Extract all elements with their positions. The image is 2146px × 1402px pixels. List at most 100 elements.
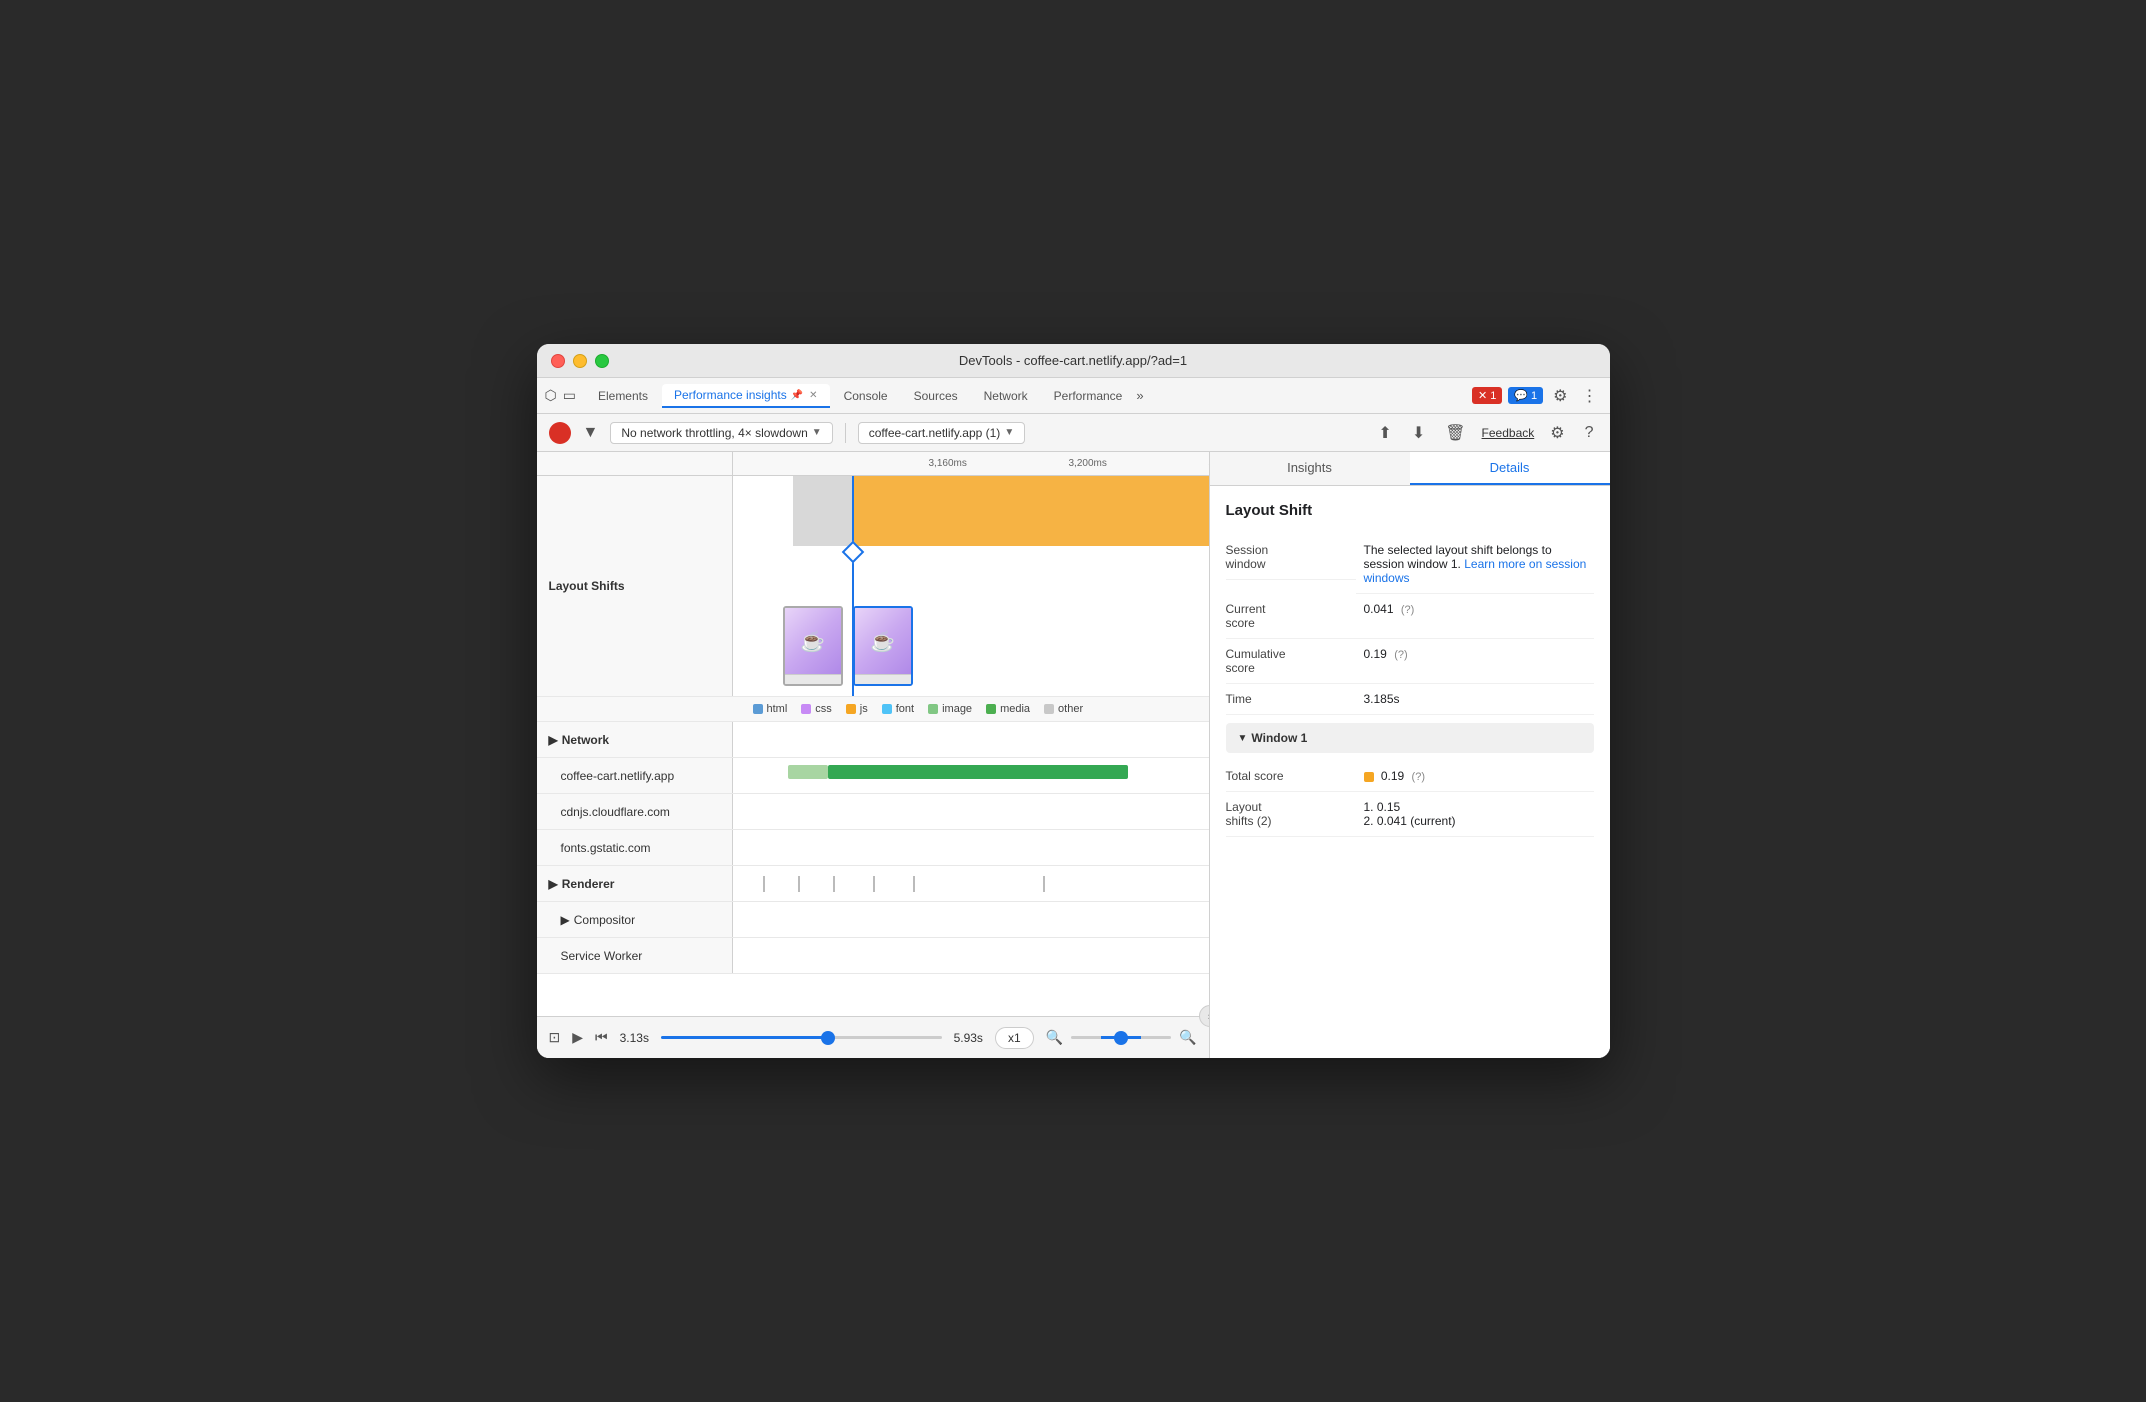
compositor-expand-icon[interactable]: ▶ — [561, 913, 570, 927]
time-ruler: 3,160ms 3,200ms 3,240ms 3,280ms — [537, 452, 1209, 476]
window-title: DevTools - coffee-cart.netlify.app/?ad=1 — [959, 353, 1187, 368]
legend-font: font — [882, 703, 914, 715]
thumbnail-1[interactable]: ☕ — [783, 606, 843, 686]
zoom-out-icon[interactable]: 🔍 — [1046, 1029, 1063, 1046]
total-score-color-badge — [1364, 772, 1374, 782]
main-content: 3,160ms 3,200ms 3,240ms 3,280ms Layout S… — [537, 452, 1610, 1058]
thumbnail-2[interactable]: ☕ — [853, 606, 913, 686]
renderer-mark-6 — [1043, 876, 1045, 892]
time-value-detail: 3.185s — [1356, 684, 1594, 715]
delete-icon[interactable]: 🗑 — [1441, 421, 1469, 445]
close-button[interactable] — [551, 354, 565, 368]
zoom-slider-input[interactable] — [1071, 1036, 1171, 1039]
settings-icon[interactable]: ⚙ — [1549, 384, 1571, 408]
play-button[interactable]: ▶ — [572, 1029, 583, 1046]
cdnjs-row: cdnjs.cloudflare.com — [537, 794, 1209, 830]
thumbnail-2-bar — [855, 674, 911, 684]
message-icon: 💬 — [1514, 389, 1528, 402]
window-1-chevron-icon: ▼ — [1238, 733, 1248, 744]
total-score-help-icon[interactable]: (?) — [1412, 771, 1425, 783]
help-icon[interactable]: ? — [1581, 422, 1598, 444]
thumbnail-2-image: ☕ — [855, 608, 911, 674]
time-ruler-labels: 3,160ms 3,200ms 3,240ms 3,280ms — [929, 458, 1210, 469]
tab-insights[interactable]: Insights — [1210, 452, 1410, 485]
timeline-rows: Layout Shifts ☕ — [537, 476, 1209, 1016]
fonts-label: fonts.gstatic.com — [537, 830, 733, 865]
record-button[interactable] — [549, 422, 571, 444]
tab-bar-right: ✕ 1 💬 1 ⚙ ⋮ — [1472, 384, 1602, 408]
time-label-detail: Time — [1226, 684, 1356, 715]
minimize-button[interactable] — [573, 354, 587, 368]
legend-other: other — [1044, 703, 1083, 715]
cumulative-score-help-icon[interactable]: (?) — [1394, 649, 1407, 661]
cdnjs-label: cdnjs.cloudflare.com — [537, 794, 733, 829]
html-color-dot — [753, 704, 763, 714]
devtools-window: DevTools - coffee-cart.netlify.app/?ad=1… — [537, 344, 1610, 1058]
current-score-label: Currentscore — [1226, 594, 1356, 639]
tab-performance[interactable]: Performance — [1042, 385, 1135, 407]
tab-close-icon[interactable]: ✕ — [809, 390, 817, 401]
maximize-button[interactable] — [595, 354, 609, 368]
renderer-mark-2 — [798, 876, 800, 892]
time-start: 3.13s — [620, 1031, 649, 1045]
legend-media: media — [986, 703, 1030, 715]
more-options-icon[interactable]: ⋮ — [1578, 384, 1602, 408]
network-throttle-dropdown[interactable]: No network throttling, 4× slowdown ▼ — [610, 422, 832, 444]
download-icon[interactable]: ⬇ — [1408, 421, 1429, 445]
screenshot-icon[interactable]: ⊡ — [549, 1029, 561, 1046]
compositor-label: ▶ Compositor — [537, 902, 733, 937]
right-panel-content: Layout Shift Sessionwindow The selected … — [1210, 486, 1610, 1058]
net-bar-main — [828, 765, 1128, 779]
speed-button[interactable]: x1 — [995, 1027, 1034, 1049]
total-score-value: 0.19 (?) — [1356, 761, 1594, 792]
url-selector-dropdown[interactable]: coffee-cart.netlify.app (1) ▼ — [858, 422, 1026, 444]
renderer-mark-1 — [763, 876, 765, 892]
other-color-dot — [1044, 704, 1054, 714]
layout-shifts-row: Layout Shifts ☕ — [537, 476, 1209, 697]
legend-html: html — [753, 703, 788, 715]
media-color-dot — [986, 704, 996, 714]
cursor-icon[interactable]: ⬡ — [545, 387, 557, 404]
zoom-in-icon[interactable]: 🔍 — [1179, 1029, 1196, 1046]
tab-network[interactable]: Network — [972, 385, 1040, 407]
layout-shifts-content[interactable]: ☕ ☕ — [733, 476, 1209, 696]
network-expand-icon[interactable]: ▶ — [549, 733, 558, 747]
message-badge[interactable]: 💬 1 — [1508, 387, 1543, 404]
session-window-label: Sessionwindow — [1226, 535, 1356, 580]
css-color-dot — [801, 704, 811, 714]
traffic-lights — [551, 354, 609, 368]
coffee-cart-content[interactable] — [733, 758, 1209, 793]
bottom-bar: ⊡ ▶ ⏮ 3.13s 5.93s x1 🔍 🔍 — [537, 1016, 1209, 1058]
tab-console[interactable]: Console — [832, 385, 900, 407]
coffee-icon-2: ☕ — [870, 629, 895, 654]
timeline-scrubber — [661, 1036, 942, 1039]
service-worker-row: Service Worker — [537, 938, 1209, 974]
tab-sources[interactable]: Sources — [902, 385, 970, 407]
service-worker-content — [733, 938, 1209, 973]
thumbnail-1-image: ☕ — [785, 608, 841, 674]
tab-elements[interactable]: Elements — [586, 385, 660, 407]
more-tabs-icon[interactable]: » — [1136, 388, 1143, 403]
shift-bar-orange — [853, 476, 1209, 546]
mobile-icon[interactable]: ▭ — [563, 387, 576, 404]
feedback-button[interactable]: Feedback — [1482, 426, 1535, 440]
upload-icon[interactable]: ⬆ — [1374, 421, 1395, 445]
tab-details[interactable]: Details — [1410, 452, 1610, 485]
coffee-cart-row: coffee-cart.netlify.app — [537, 758, 1209, 794]
tab-performance-insights[interactable]: Performance insights 📌 ✕ — [662, 384, 830, 408]
renderer-expand-icon[interactable]: ▶ — [549, 877, 558, 891]
settings-gear-icon[interactable]: ⚙ — [1546, 421, 1568, 445]
compositor-content — [733, 902, 1209, 937]
total-score-label: Total score — [1226, 761, 1356, 792]
time-label-2: 3,200ms — [1069, 458, 1209, 469]
current-score-help-icon[interactable]: (?) — [1401, 604, 1414, 616]
skip-back-icon[interactable]: ⏮ — [595, 1029, 608, 1046]
record-dropdown-icon[interactable]: ▼ — [579, 422, 603, 444]
scrubber-input[interactable] — [661, 1036, 942, 1039]
window-1-header[interactable]: ▼ Window 1 — [1226, 723, 1594, 753]
current-score-value: 0.041 (?) — [1356, 594, 1594, 639]
dropdown-arrow-icon: ▼ — [812, 427, 822, 438]
detail-grid: Sessionwindow The selected layout shift … — [1226, 535, 1594, 715]
error-badge[interactable]: ✕ 1 — [1472, 387, 1502, 404]
fonts-content — [733, 830, 1209, 865]
